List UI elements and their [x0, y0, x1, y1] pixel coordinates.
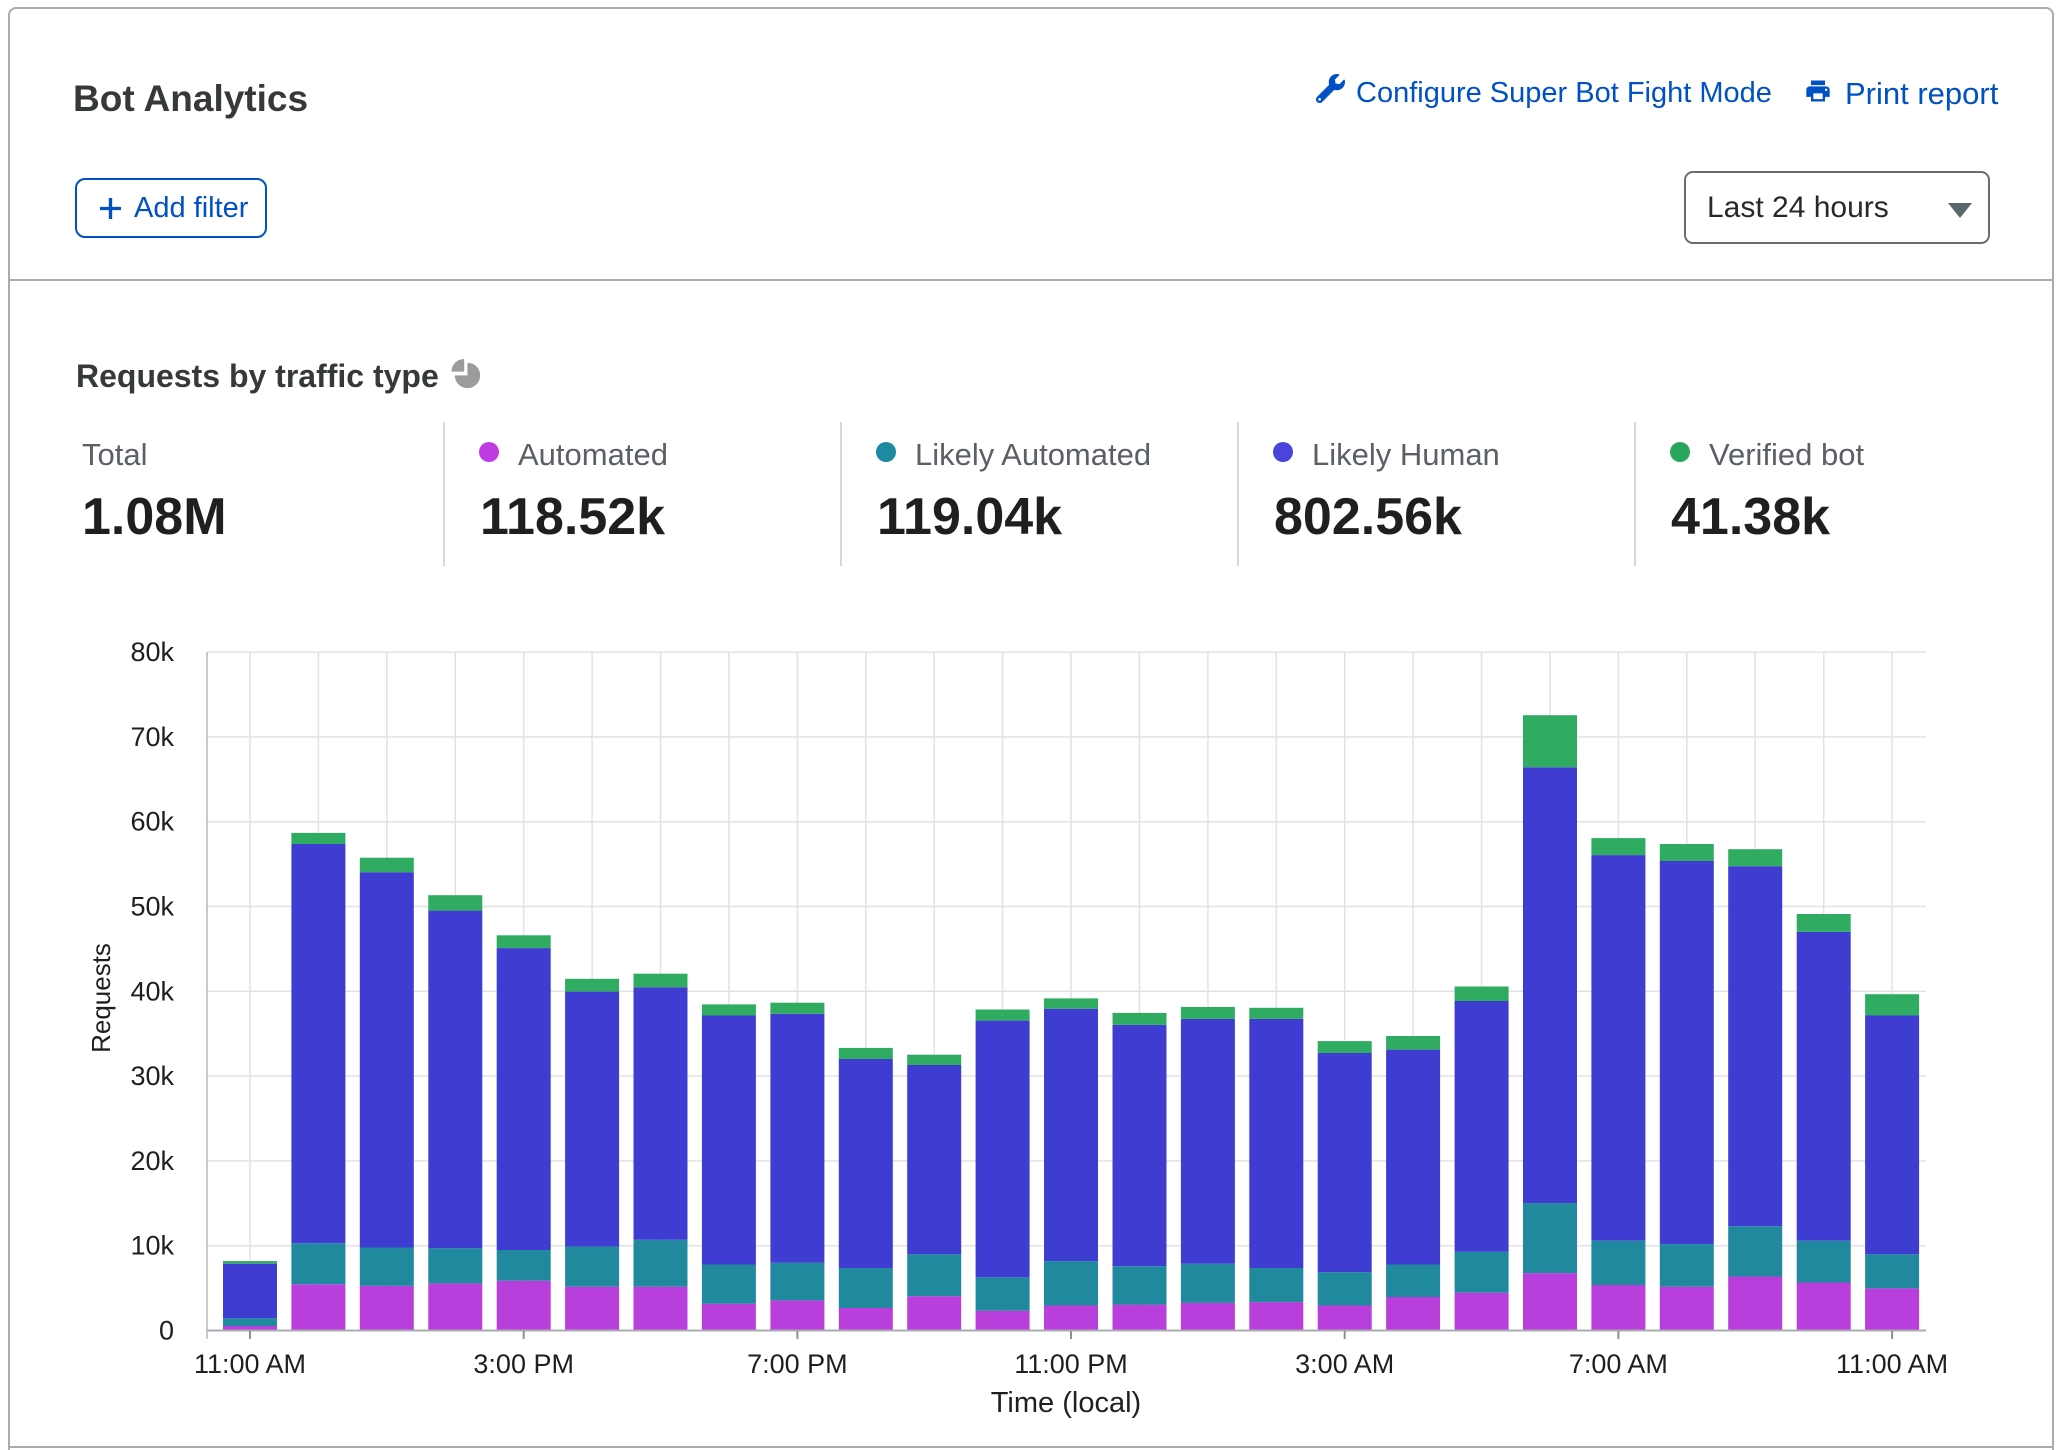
svg-text:50k: 50k: [130, 892, 174, 922]
svg-text:11:00 AM: 11:00 AM: [1836, 1349, 1948, 1379]
svg-text:80k: 80k: [130, 637, 174, 667]
svg-text:40k: 40k: [130, 976, 174, 1006]
svg-text:60k: 60k: [130, 807, 174, 837]
svg-text:Time (local): Time (local): [991, 1387, 1141, 1419]
svg-text:7:00 PM: 7:00 PM: [747, 1349, 848, 1379]
svg-text:70k: 70k: [130, 722, 174, 752]
svg-text:0: 0: [159, 1316, 174, 1346]
svg-text:11:00 AM: 11:00 AM: [194, 1349, 306, 1379]
svg-text:10k: 10k: [130, 1231, 174, 1261]
svg-text:20k: 20k: [130, 1146, 174, 1176]
svg-text:7:00 AM: 7:00 AM: [1569, 1349, 1668, 1379]
svg-text:30k: 30k: [130, 1061, 174, 1091]
svg-text:Requests: Requests: [86, 943, 116, 1053]
svg-text:3:00 AM: 3:00 AM: [1295, 1349, 1394, 1379]
svg-text:11:00 PM: 11:00 PM: [1014, 1349, 1128, 1379]
svg-text:3:00 PM: 3:00 PM: [473, 1349, 574, 1379]
